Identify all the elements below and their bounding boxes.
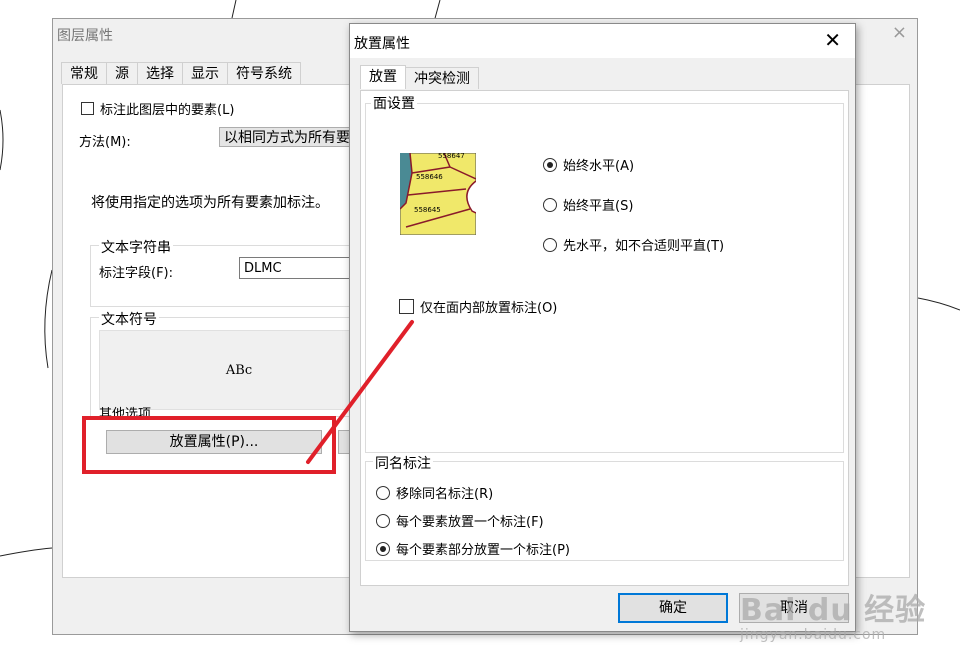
tab-placement[interactable]: 放置 — [360, 65, 406, 89]
one-label-per-feature-part-label: 每个要素部分放置一个标注(P) — [396, 543, 570, 558]
tab-source[interactable]: 源 — [106, 62, 138, 84]
text-symbol-group-title: 文本符号 — [99, 309, 159, 329]
close-icon[interactable]: ✕ — [824, 28, 841, 52]
remove-duplicates-radio[interactable] — [376, 485, 390, 500]
method-select[interactable]: 以相同方式为所有要 — [219, 127, 369, 147]
area-settings-group-title: 面设置 — [371, 93, 417, 113]
thumb-label-1: 558647 — [438, 153, 465, 160]
info-text: 将使用指定的选项为所有要素加标注。 — [91, 195, 329, 211]
text-string-group-title: 文本字符串 — [99, 237, 173, 257]
label-field-label: 标注字段(F): — [99, 266, 174, 281]
tab-display[interactable]: 显示 — [182, 62, 228, 84]
tab-general[interactable]: 常规 — [61, 62, 107, 84]
layer-properties-tabs: 常规 源 选择 显示 符号系统 — [61, 62, 301, 84]
always-straight-radio[interactable] — [543, 197, 557, 212]
placement-properties-titlebar[interactable]: 放置属性 ✕ — [350, 24, 855, 58]
label-features-text: 标注此图层中的要素(L) — [100, 103, 235, 118]
always-horizontal-radio[interactable] — [543, 157, 557, 172]
placement-properties-title: 放置属性 — [354, 36, 410, 52]
horizontal-then-straight-label: 先水平，如不合适则平直(T) — [563, 239, 725, 254]
ok-button[interactable]: 确定 — [618, 593, 728, 623]
always-horizontal-option[interactable]: 始终水平(A) — [543, 155, 634, 174]
placement-properties-dialog: 放置属性 ✕ 放置 冲突检测 面设置 558647 558646 558645 … — [349, 23, 856, 632]
layer-properties-title: 图层属性 — [57, 28, 113, 44]
tab-conflict-detection[interactable]: 冲突检测 — [405, 67, 479, 89]
remove-duplicates-option[interactable]: 移除同名标注(R) — [376, 483, 493, 502]
always-straight-label: 始终平直(S) — [563, 199, 634, 214]
method-label: 方法(M): — [79, 135, 131, 150]
one-label-per-feature-part-radio[interactable] — [376, 541, 390, 556]
thumb-label-3: 558645 — [414, 206, 441, 214]
one-label-per-feature-option[interactable]: 每个要素放置一个标注(F) — [376, 511, 544, 530]
baidu-watermark: Bai du 经验 jingyan.baidu.com — [740, 585, 926, 643]
placement-tab-panel: 面设置 558647 558646 558645 始终水平(A) 始终平直(S)… — [360, 90, 849, 586]
one-label-per-feature-part-option[interactable]: 每个要素部分放置一个标注(P) — [376, 539, 570, 558]
thumb-label-2: 558646 — [416, 173, 443, 181]
horizontal-then-straight-option[interactable]: 先水平，如不合适则平直(T) — [543, 235, 724, 254]
placement-tabs: 放置 冲突检测 — [360, 65, 479, 89]
baidu-watermark-logo: Bai du 经验 — [740, 593, 927, 628]
highlight-annotation-box — [82, 416, 336, 474]
inside-polygon-only-checkbox[interactable] — [399, 299, 414, 314]
horizontal-then-straight-radio[interactable] — [543, 237, 557, 252]
duplicate-labels-group-title: 同名标注 — [373, 453, 433, 473]
inside-polygon-only-option[interactable]: 仅在面内部放置标注(O) — [399, 297, 557, 316]
label-features-checkbox[interactable] — [81, 102, 94, 115]
close-icon[interactable]: × — [892, 22, 907, 43]
label-features-option[interactable]: 标注此图层中的要素(L) — [81, 99, 234, 118]
inside-polygon-only-label: 仅在面内部放置标注(O) — [420, 301, 558, 316]
polygon-placement-thumbnail: 558647 558646 558645 — [400, 153, 476, 235]
one-label-per-feature-label: 每个要素放置一个标注(F) — [396, 515, 544, 530]
tab-symbology[interactable]: 符号系统 — [227, 62, 301, 84]
baidu-watermark-url: jingyan.baidu.com — [740, 627, 887, 643]
one-label-per-feature-radio[interactable] — [376, 513, 390, 528]
remove-duplicates-label: 移除同名标注(R) — [396, 487, 494, 502]
always-horizontal-label: 始终水平(A) — [563, 159, 635, 174]
tab-selection[interactable]: 选择 — [137, 62, 183, 84]
always-straight-option[interactable]: 始终平直(S) — [543, 195, 633, 214]
text-symbol-preview[interactable]: ABc — [99, 330, 379, 410]
